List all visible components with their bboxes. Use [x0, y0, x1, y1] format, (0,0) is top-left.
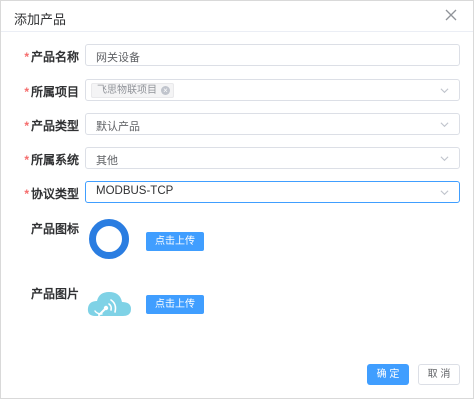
type-label: * 产品类型 — [24, 119, 79, 133]
add-product-dialog: 添加产品 * 产品名称 网关设备 * 所属项目 飞思物联项目 × * 产品类型 默认产品… — [0, 0, 474, 399]
chevron-down-icon — [440, 122, 449, 128]
protocol-select[interactable]: MODBUS-TCP — [85, 181, 460, 203]
system-label: * 所属系统 — [24, 153, 79, 167]
name-label: * 产品名称 — [24, 50, 79, 64]
protocol-label: * 协议类型 — [24, 187, 79, 201]
product-name-value: 网关设备 — [96, 52, 140, 64]
tag-close-icon[interactable]: × — [161, 86, 170, 95]
required-mark: * — [24, 119, 29, 133]
project-tag: 飞思物联项目 × — [91, 83, 174, 98]
upload-image-button[interactable]: 点击上传 — [146, 295, 204, 314]
product-icon-preview — [89, 219, 129, 259]
form-row-system: * 所属系统 其他 — [1, 147, 473, 169]
product-type-select[interactable]: 默认产品 — [85, 113, 460, 135]
system-select[interactable]: 其他 — [85, 147, 460, 169]
chevron-down-icon — [440, 190, 449, 196]
form-row-name: * 产品名称 网关设备 — [1, 44, 473, 66]
dialog-header: 添加产品 — [1, 1, 473, 31]
product-name-input[interactable]: 网关设备 — [85, 44, 460, 66]
form-row-project: * 所属项目 飞思物联项目 × — [1, 79, 473, 101]
form-row-protocol: * 协议类型 MODBUS-TCP — [1, 181, 473, 203]
chevron-down-icon — [440, 88, 449, 94]
icon-label: 产品图标 — [30, 222, 79, 236]
product-type-value: 默认产品 — [96, 121, 140, 133]
dialog-title: 添加产品 — [14, 12, 67, 27]
cancel-button[interactable]: 取 消 — [418, 364, 460, 385]
close-icon[interactable] — [443, 7, 459, 23]
project-label: * 所属项目 — [24, 85, 79, 99]
protocol-value: MODBUS-TCP — [96, 185, 174, 197]
chevron-down-icon — [440, 156, 449, 162]
header-divider — [1, 31, 473, 32]
upload-icon-button[interactable]: 点击上传 — [146, 232, 204, 251]
image-label: 产品图片 — [30, 287, 79, 301]
system-value: 其他 — [96, 155, 118, 167]
required-mark: * — [24, 85, 29, 99]
required-mark: * — [24, 153, 29, 167]
form-row-type: * 产品类型 默认产品 — [1, 113, 473, 135]
cloud-signal-icon — [87, 292, 131, 316]
required-mark: * — [24, 50, 29, 64]
required-mark: * — [24, 187, 29, 201]
confirm-button[interactable]: 确 定 — [367, 364, 409, 385]
project-select[interactable]: 飞思物联项目 × — [85, 79, 460, 101]
